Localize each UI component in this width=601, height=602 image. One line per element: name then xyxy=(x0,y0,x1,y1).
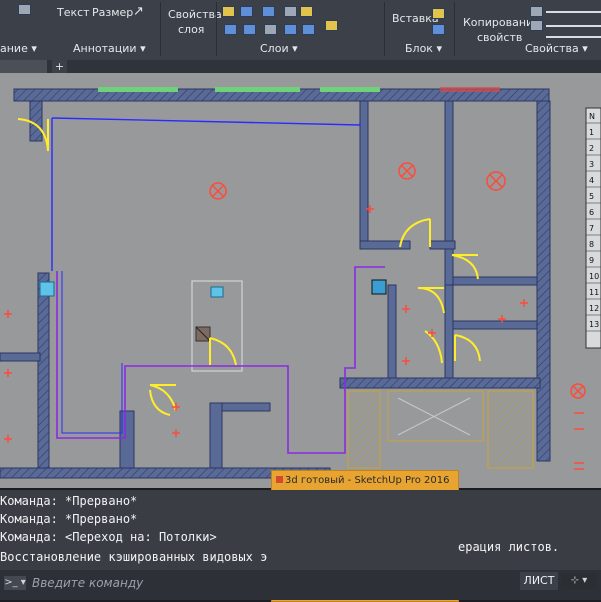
file-tab-bar xyxy=(0,60,601,73)
table-row-number: 8 xyxy=(589,240,594,249)
block-tool-icon[interactable] xyxy=(432,24,445,35)
history-line: Команда: *Прервано* xyxy=(0,494,138,508)
lineweight-dropdown[interactable] xyxy=(546,36,601,38)
history-line: Команда: *Прервано* xyxy=(0,512,138,526)
layer-tool-icon[interactable] xyxy=(262,6,275,17)
block-tool-icon[interactable] xyxy=(432,8,445,19)
ribbon: Текст Размер ↗ Свойства слоя Вставка Коп… xyxy=(0,0,601,60)
group-layers-label[interactable]: Слои ▾ xyxy=(260,42,298,55)
dimension-tool-button[interactable]: Размер xyxy=(92,6,133,19)
layer-properties-line2: слоя xyxy=(178,23,205,36)
group-block-label[interactable]: Блок ▾ xyxy=(405,42,442,55)
command-line: >_ ▾ Введите команду xyxy=(0,570,601,600)
table-row-number: 12 xyxy=(589,304,599,313)
schedule-table: N12345678910111213 xyxy=(585,107,601,349)
properties-icon[interactable] xyxy=(530,20,543,31)
match-properties-line1: Копирование xyxy=(463,16,540,29)
popup-title: 3d готовый - SketchUp Pro 2016 xyxy=(285,475,450,486)
layer-properties-button[interactable]: Свойства слоя xyxy=(168,8,222,36)
match-properties-button[interactable]: Копирование свойств xyxy=(463,16,540,44)
linetype-dropdown[interactable] xyxy=(546,25,601,27)
table-row-number: 3 xyxy=(589,160,594,169)
layer-icon[interactable] xyxy=(18,4,31,15)
layout-tab-button[interactable]: ЛИСТ xyxy=(520,572,558,590)
command-input[interactable]: Введите команду xyxy=(32,576,143,590)
new-tab-button[interactable]: + xyxy=(52,60,67,73)
text-tool-button[interactable]: Текст xyxy=(57,6,90,19)
ceiling-boundary-line xyxy=(51,117,361,126)
vent-icon xyxy=(39,281,55,297)
history-line: Восстановление кэшированных видовых э xyxy=(0,550,268,564)
layer-tool-icon[interactable] xyxy=(302,24,315,35)
table-row-number: 2 xyxy=(589,144,594,153)
layer-tool-icon[interactable] xyxy=(284,6,297,17)
exterior-walls xyxy=(0,87,551,479)
layer-tool-icon[interactable] xyxy=(222,6,235,17)
table-row-number: N xyxy=(589,112,595,121)
table-row-number: 6 xyxy=(589,208,594,217)
ceiling-boundary-line xyxy=(61,271,123,434)
vent-icon xyxy=(371,279,387,295)
hatched-area xyxy=(347,390,534,469)
leader-icon[interactable]: ↗ xyxy=(133,4,144,19)
layer-tool-icon[interactable] xyxy=(264,24,277,35)
color-dropdown[interactable] xyxy=(546,11,601,13)
command-menu-button[interactable]: >_ ▾ xyxy=(4,576,26,590)
layer-properties-line1: Свойства xyxy=(168,8,222,21)
table-row-number: 9 xyxy=(589,256,594,265)
command-history: Команда: *Прервано* Команда: *Прервано* … xyxy=(0,490,601,570)
table-row-number: 7 xyxy=(589,224,594,233)
layer-tool-icon[interactable] xyxy=(325,20,338,31)
history-line: Команда: <Переход на: Потолки> xyxy=(0,530,217,544)
sketchup-icon xyxy=(276,476,283,483)
layer-tool-icon[interactable] xyxy=(240,6,253,17)
table-row-number: 13 xyxy=(589,320,599,329)
layer-tool-icon[interactable] xyxy=(300,6,313,17)
drawing-tab[interactable] xyxy=(0,60,47,73)
group-properties-label[interactable]: Свойства ▾ xyxy=(525,42,588,55)
table-row-number: 5 xyxy=(589,192,594,201)
floor-plan[interactable]: N12345678910111213 xyxy=(0,73,601,488)
table-row-number: 1 xyxy=(589,128,594,137)
group-annotations-label[interactable]: Аннотации ▾ xyxy=(73,42,146,55)
layer-tool-icon[interactable] xyxy=(243,24,256,35)
table-row-number: 4 xyxy=(589,176,594,185)
properties-icon[interactable] xyxy=(530,6,543,17)
table-row-number: 11 xyxy=(589,288,599,297)
table-row-number: 10 xyxy=(589,272,599,281)
layer-tool-icon[interactable] xyxy=(224,24,237,35)
layer-tool-icon[interactable] xyxy=(284,24,297,35)
history-line-tail: ерация листов. xyxy=(458,540,560,554)
group-partial-label[interactable]: ание ▾ xyxy=(0,42,37,55)
grid-snap-icon[interactable]: ⊹ ▾ xyxy=(561,573,597,589)
